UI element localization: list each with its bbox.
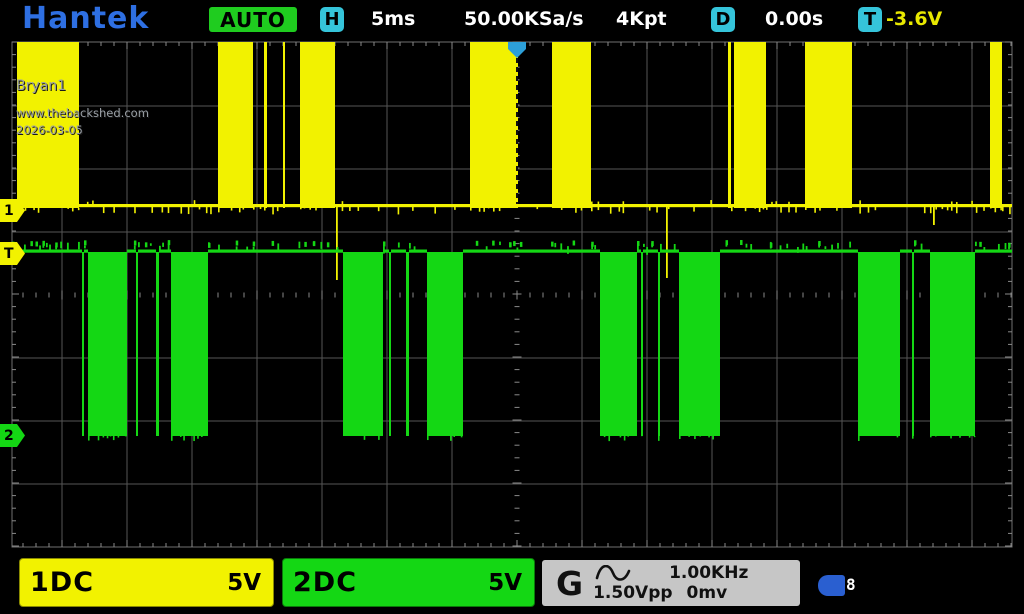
generator-label: G bbox=[556, 564, 583, 603]
ch1-coupling-label: 1DC bbox=[30, 567, 94, 598]
watermark: Bryan1 www.thebackshed.com 2026-03-05 bbox=[16, 78, 149, 137]
watermark-username: Bryan1 bbox=[16, 78, 149, 94]
bottom-status-bar: 1DC 5V 2DC 5V G 1.00KHz 1.50Vpp 0mv bbox=[0, 553, 1024, 614]
generator-info: 1.00KHz 1.50Vpp 0mv bbox=[591, 563, 792, 603]
horizontal-offset-value[interactable]: 0.00s bbox=[765, 8, 823, 30]
horizontal-menu-icon[interactable]: H bbox=[320, 7, 344, 32]
oscilloscope-screen: Hantek AUTO H 5ms 50.00KSa/s 4Kpt D 0.00… bbox=[0, 0, 1024, 614]
generator-frequency: 1.00KHz bbox=[669, 563, 748, 583]
generator-offset: 0mv bbox=[687, 583, 728, 603]
ch2-scale-value: 5V bbox=[488, 570, 522, 596]
sample-rate-value: 50.00KSa/s bbox=[464, 8, 584, 30]
delay-menu-icon[interactable]: D bbox=[711, 7, 735, 32]
watermark-website: www.thebackshed.com bbox=[16, 106, 149, 120]
generator-settings-box[interactable]: G 1.00KHz 1.50Vpp 0mv bbox=[542, 560, 800, 606]
ch1-scale-value: 5V bbox=[227, 570, 261, 596]
ch2-coupling-label: 2DC bbox=[293, 567, 357, 598]
generator-amplitude: 1.50Vpp bbox=[593, 583, 672, 603]
trigger-level-value[interactable]: -3.6V bbox=[886, 8, 942, 30]
sine-wave-icon bbox=[595, 565, 631, 582]
usb-device-icon bbox=[818, 575, 845, 596]
timebase-value[interactable]: 5ms bbox=[371, 8, 415, 30]
top-status-bar: Hantek AUTO H 5ms 50.00KSa/s 4Kpt D 0.00… bbox=[0, 0, 1024, 37]
trigger-menu-icon[interactable]: T bbox=[858, 7, 882, 32]
acquisition-mode-button[interactable]: AUTO bbox=[209, 7, 297, 32]
ch1-settings-box[interactable]: 1DC 5V bbox=[19, 558, 274, 607]
hantek-logo: Hantek bbox=[22, 1, 149, 36]
watermark-date: 2026-03-05 bbox=[16, 123, 149, 137]
usb-device-glyph: 8 bbox=[846, 575, 856, 595]
waveform-display bbox=[0, 0, 1024, 614]
memory-depth-value: 4Kpt bbox=[616, 8, 667, 30]
ch2-settings-box[interactable]: 2DC 5V bbox=[282, 558, 535, 607]
